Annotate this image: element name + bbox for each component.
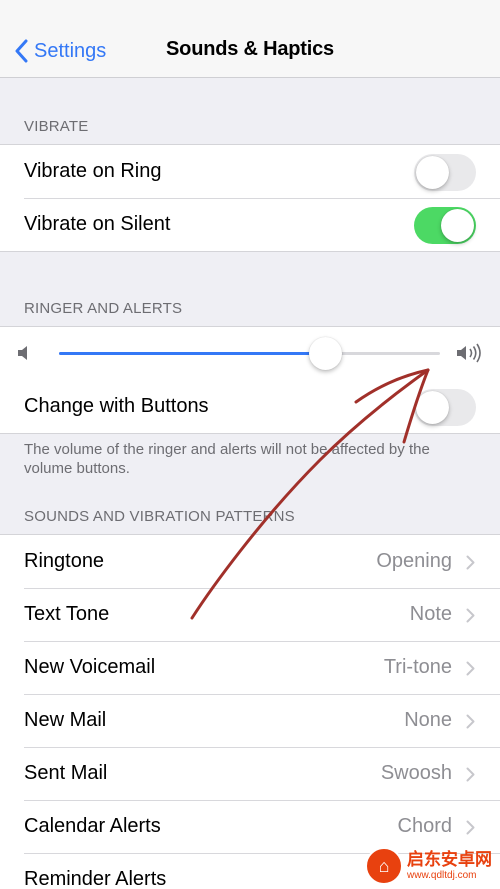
ringer-volume-slider[interactable] bbox=[59, 352, 440, 355]
section-header-ringer: RINGER AND ALERTS bbox=[24, 300, 183, 317]
ringtone-value: Opening bbox=[376, 550, 452, 572]
page-title: Sounds & Haptics bbox=[166, 38, 334, 60]
site-watermark: ⌂ 启东安卓网 www.qdltdj.com bbox=[365, 847, 492, 885]
navigation-bar: Settings Sounds & Haptics bbox=[0, 0, 500, 78]
sent-mail-label: Sent Mail bbox=[24, 762, 108, 784]
speaker-low-icon bbox=[18, 346, 27, 360]
ringtone-label: Ringtone bbox=[24, 550, 105, 572]
chevron-right-icon bbox=[466, 820, 475, 835]
chevron-right-icon bbox=[466, 608, 475, 623]
text-tone-value: Note bbox=[409, 603, 452, 625]
section-header-patterns: SOUNDS AND VIBRATION PATTERNS bbox=[24, 508, 295, 525]
patterns-group: Ringtone Opening Text Tone Note New Voic… bbox=[0, 534, 500, 889]
slider-thumb[interactable] bbox=[309, 337, 343, 370]
calendar-alerts-label: Calendar Alerts bbox=[24, 815, 161, 837]
text-tone-row[interactable]: Text Tone Note bbox=[0, 588, 500, 641]
watermark-logo: ⌂ bbox=[365, 847, 403, 885]
sent-mail-value: Swoosh bbox=[380, 762, 452, 784]
speaker-high-icon bbox=[457, 343, 481, 363]
chevron-right-icon bbox=[466, 767, 475, 782]
new-voicemail-label: New Voicemail bbox=[24, 656, 156, 678]
vibrate-group: Vibrate on Ring Vibrate on Silent bbox=[0, 144, 500, 252]
vibrate-on-ring-label: Vibrate on Ring bbox=[24, 160, 162, 182]
watermark-text: 启东安卓网 www.qdltdj.com bbox=[407, 849, 492, 882]
ringer-volume-row bbox=[0, 327, 500, 380]
watermark-url: www.qdltdj.com bbox=[407, 869, 477, 881]
chevron-right-icon bbox=[466, 714, 475, 729]
ringer-footer-note: The volume of the ringer and alerts will… bbox=[24, 441, 430, 477]
ringtone-row[interactable]: Ringtone Opening bbox=[0, 535, 500, 588]
reminder-alerts-label: Reminder Alerts bbox=[24, 868, 167, 889]
toggle-knob bbox=[416, 156, 449, 189]
watermark-name: 启东安卓网 bbox=[407, 849, 492, 869]
change-with-buttons-toggle[interactable] bbox=[414, 389, 476, 426]
section-header-vibrate: VIBRATE bbox=[24, 118, 89, 135]
calendar-alerts-row[interactable]: Calendar Alerts Chord bbox=[0, 800, 500, 853]
vibrate-on-silent-toggle[interactable] bbox=[414, 207, 476, 244]
text-tone-label: Text Tone bbox=[24, 603, 110, 625]
new-mail-row[interactable]: New Mail None bbox=[0, 694, 500, 747]
ringer-group: Change with Buttons bbox=[0, 326, 500, 434]
vibrate-on-silent-label: Vibrate on Silent bbox=[24, 213, 171, 235]
chevron-right-icon bbox=[466, 555, 475, 570]
slider-fill bbox=[59, 352, 326, 355]
vibrate-on-ring-toggle[interactable] bbox=[414, 154, 476, 191]
vibrate-on-ring-row: Vibrate on Ring bbox=[0, 145, 500, 198]
change-with-buttons-label: Change with Buttons bbox=[24, 395, 209, 417]
change-with-buttons-row: Change with Buttons bbox=[0, 380, 500, 433]
new-voicemail-value: Tri-tone bbox=[383, 656, 452, 678]
sent-mail-row[interactable]: Sent Mail Swoosh bbox=[0, 747, 500, 800]
chevron-right-icon bbox=[466, 661, 475, 676]
vibrate-on-silent-row: Vibrate on Silent bbox=[0, 198, 500, 251]
new-mail-label: New Mail bbox=[24, 709, 107, 731]
new-mail-value: None bbox=[404, 709, 452, 731]
toggle-knob bbox=[416, 391, 449, 424]
toggle-knob bbox=[441, 209, 474, 242]
new-voicemail-row[interactable]: New Voicemail Tri-tone bbox=[0, 641, 500, 694]
calendar-alerts-value: Chord bbox=[397, 815, 452, 837]
